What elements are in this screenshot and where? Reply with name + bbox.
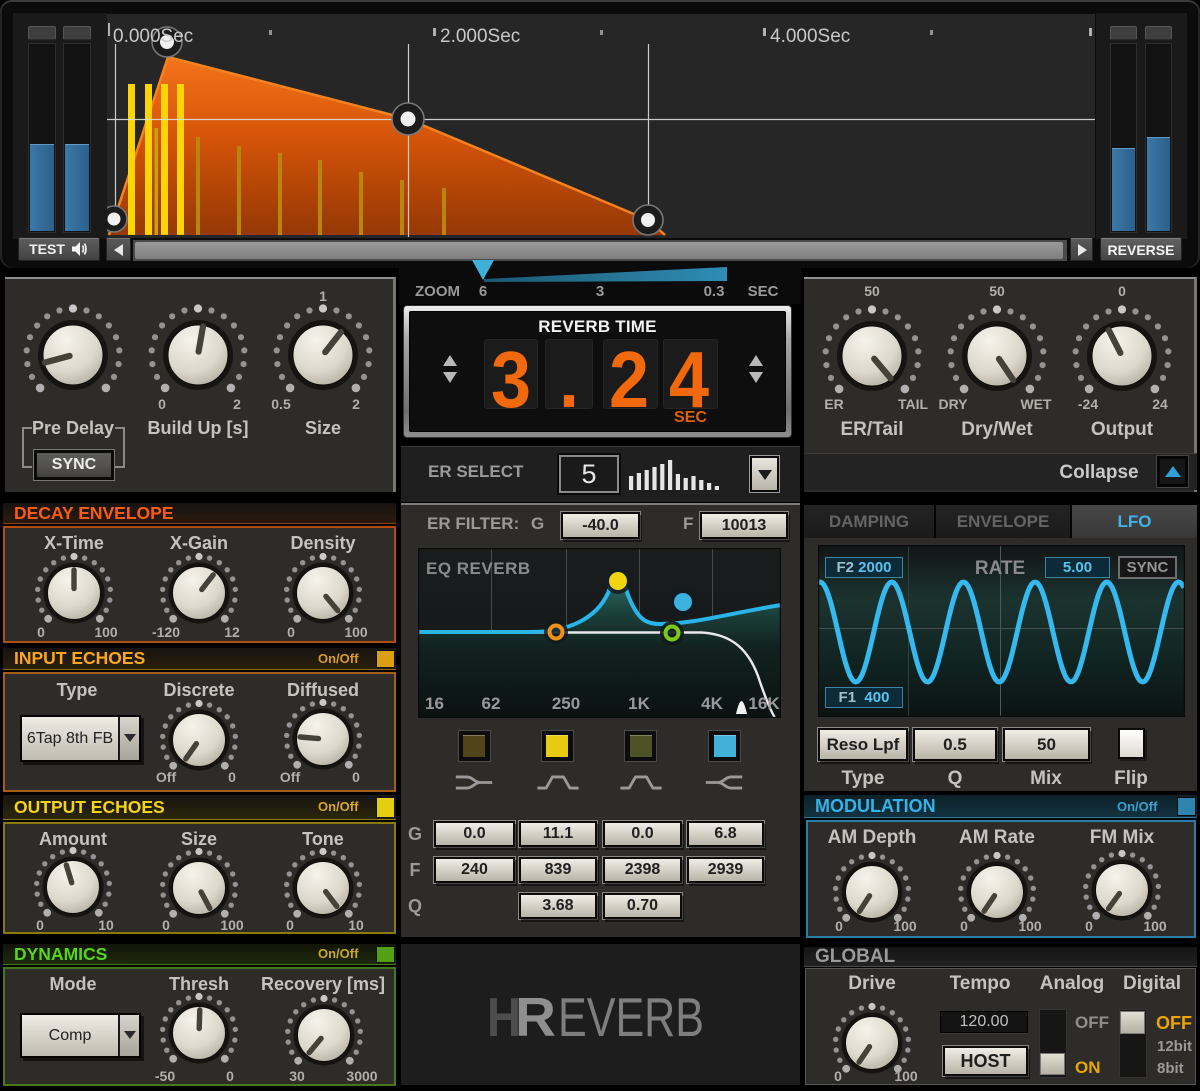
svg-text:EQ REVERB: EQ REVERB: [426, 559, 531, 578]
svg-text:4K: 4K: [701, 694, 723, 713]
svg-text:62: 62: [482, 694, 501, 713]
svg-text:0.3: 0.3: [704, 283, 725, 300]
svg-text:16: 16: [425, 694, 444, 713]
svg-text:16K: 16K: [748, 694, 780, 713]
svg-text:2.000Sec: 2.000Sec: [440, 26, 520, 47]
svg-text:ZOOM: ZOOM: [415, 283, 460, 300]
svg-text:1K: 1K: [628, 694, 650, 713]
svg-text:6: 6: [479, 283, 487, 300]
svg-text:4.000Sec: 4.000Sec: [770, 26, 850, 47]
svg-text:250: 250: [552, 694, 580, 713]
svg-text:0.000Sec: 0.000Sec: [113, 26, 193, 47]
svg-text:3: 3: [596, 283, 604, 300]
svg-text:R: R: [515, 986, 556, 1048]
svg-text:SEC: SEC: [748, 283, 779, 300]
svg-text:EVERB: EVERB: [558, 986, 704, 1048]
